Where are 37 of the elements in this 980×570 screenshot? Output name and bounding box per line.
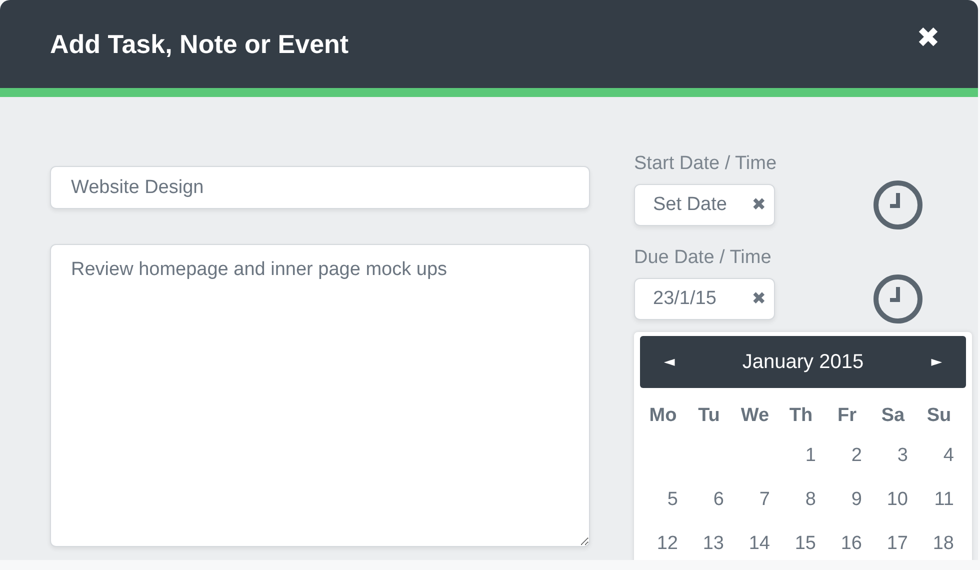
calendar-day[interactable]: 15 [778, 520, 824, 560]
calendar-day[interactable]: 4 [916, 432, 962, 476]
field-label: Start Date / Time [634, 153, 778, 176]
calendar-day[interactable]: 5 [640, 476, 686, 520]
weekday-label: Fr [836, 404, 858, 428]
month-title: January 2015 [742, 350, 864, 374]
calendar-day[interactable]: 18 [916, 520, 962, 560]
calendar-day[interactable]: 10 [870, 476, 916, 520]
calendar-day[interactable]: 8 [778, 476, 824, 520]
calendar-day[interactable]: 16 [824, 520, 870, 560]
next-month-button[interactable]: ► [931, 354, 942, 370]
calendar-day[interactable]: 11 [916, 476, 962, 520]
calendar-day[interactable]: 17 [870, 520, 916, 560]
calendar-day[interactable]: 2 [824, 432, 870, 476]
calendar-day[interactable]: 14 [732, 520, 778, 560]
calendar-day[interactable]: 6 [686, 476, 732, 520]
prev-month-button[interactable]: ◄ [664, 354, 675, 370]
clock-icon[interactable] [872, 179, 924, 231]
weekday-label: We [740, 404, 770, 428]
calendar-day[interactable]: 13 [686, 520, 732, 560]
clock-icon[interactable] [872, 273, 924, 325]
calendar-day[interactable]: 1 [778, 432, 824, 476]
title-field[interactable]: Website Design [50, 166, 590, 209]
date-field[interactable]: Set Date ✖ [634, 184, 775, 226]
weekday-label: Su [926, 404, 952, 428]
field-label: Due Date / Time [634, 247, 772, 270]
notes-field[interactable]: Review homepage and inner page mock ups [50, 244, 590, 547]
weekday-label: Sa [880, 404, 906, 428]
calendar-day[interactable]: 12 [640, 520, 686, 560]
weekday-label: Tu [697, 404, 721, 428]
calendar-day[interactable]: 3 [870, 432, 916, 476]
weekday-label: Mo [648, 404, 678, 428]
calendar-day[interactable]: 7 [732, 476, 778, 520]
dialog-title: Add Task, Note or Event [50, 28, 349, 60]
date-field[interactable]: 23/1/15 ✖ [634, 278, 775, 320]
calendar-day[interactable]: 9 [824, 476, 870, 520]
weekday-label: Th [788, 404, 814, 428]
